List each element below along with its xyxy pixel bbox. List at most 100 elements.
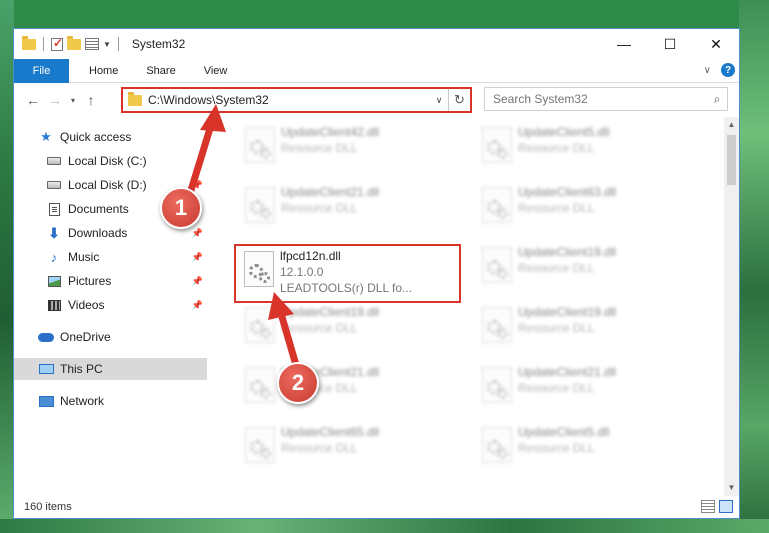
file-tile[interactable]: UpdateClient65.dll Resource DLL: [235, 421, 461, 473]
toolbar-separator: [117, 37, 119, 51]
dll-file-icon: [482, 367, 512, 403]
file-name: UpdateClient19.dll: [281, 305, 380, 319]
details-view-icon[interactable]: [701, 500, 715, 513]
videos-icon: [46, 298, 62, 312]
scrollbar-thumb[interactable]: [727, 135, 736, 185]
sidebar-item-onedrive[interactable]: OneDrive: [14, 326, 207, 348]
documents-icon: [46, 202, 62, 216]
address-path[interactable]: C:\Windows\System32: [148, 93, 430, 107]
sidebar-item-label: This PC: [60, 362, 103, 376]
pin-icon[interactable]: 📌: [192, 300, 203, 311]
step-2-callout: 2: [277, 362, 319, 404]
dll-file-icon: [244, 251, 274, 287]
file-name: UpdateClient65.dll: [281, 425, 380, 439]
tab-view[interactable]: View: [190, 65, 242, 77]
title-bar: ▼ System32 — ☐ ✕: [14, 29, 739, 59]
music-icon: ♪: [50, 249, 58, 265]
sidebar-item-this-pc[interactable]: This PC: [14, 358, 207, 380]
ribbon-right-controls: ∨ ?: [704, 63, 735, 77]
file-name: UpdateClient63.dll: [518, 185, 617, 199]
sidebar-item-local-disk-c[interactable]: Local Disk (C:): [14, 150, 207, 172]
file-name: UpdateClient5.dll: [518, 425, 610, 439]
sidebar-item-label: OneDrive: [60, 330, 111, 344]
sidebar-item-label: Downloads: [68, 226, 128, 240]
dll-file-icon: [482, 307, 512, 343]
sidebar-item-label: Quick access: [60, 130, 132, 144]
dll-file-icon: [482, 427, 512, 463]
sidebar-item-videos[interactable]: Videos 📌: [14, 294, 207, 316]
file-description: Resource DLL: [281, 141, 358, 155]
expand-ribbon-icon[interactable]: ∨: [704, 65, 711, 76]
file-explorer-window: ▼ System32 — ☐ ✕ File Home Share View ∨ …: [13, 28, 740, 519]
scroll-down-icon[interactable]: ▼: [724, 480, 739, 496]
network-icon: [38, 394, 54, 408]
maximize-button[interactable]: ☐: [647, 29, 693, 59]
sidebar-item-pictures[interactable]: Pictures 📌: [14, 270, 207, 292]
file-description: Resource DLL: [518, 141, 595, 155]
navigation-pane: ★ Quick access Local Disk (C:) Local Dis…: [14, 117, 207, 496]
folder-icon: [22, 35, 36, 50]
file-tile[interactable]: UpdateClient5.dll Resource DLL: [472, 121, 698, 173]
sidebar-item-network[interactable]: Network: [14, 390, 207, 412]
sidebar-item-label: Documents: [68, 202, 129, 216]
desktop-background-bottom: [0, 519, 769, 533]
this-pc-icon: [38, 362, 54, 376]
vertical-scrollbar[interactable]: ▲ ▼: [724, 117, 739, 496]
file-description: Resource DLL: [281, 441, 358, 455]
customize-icon[interactable]: [85, 38, 99, 50]
refresh-icon[interactable]: ↻: [448, 89, 470, 111]
tab-home[interactable]: Home: [75, 65, 132, 77]
desktop-background-right: [739, 0, 769, 533]
properties-check-icon[interactable]: [51, 36, 63, 51]
pin-icon[interactable]: 📌: [192, 276, 203, 287]
file-tile[interactable]: UpdateClient42.dll Resource DLL: [235, 121, 461, 173]
file-tile[interactable]: UpdateClient21.dll Resource DLL: [472, 361, 698, 413]
up-arrow-icon[interactable]: ↑: [80, 92, 102, 108]
address-bar[interactable]: C:\Windows\System32 ∨ ↻: [121, 87, 472, 113]
minimize-button[interactable]: —: [601, 29, 647, 59]
search-icon[interactable]: ⌕: [707, 92, 727, 107]
dll-file-icon: [245, 127, 275, 163]
toolbar-separator: [43, 37, 44, 51]
pictures-icon: [46, 274, 62, 288]
address-dropdown-icon[interactable]: ∨: [430, 95, 448, 106]
search-input[interactable]: [485, 92, 707, 106]
pin-icon[interactable]: 📌: [192, 180, 203, 191]
file-tile[interactable]: UpdateClient19.dll Resource DLL: [472, 301, 698, 353]
file-tile[interactable]: UpdateClient5.dll Resource DLL: [472, 421, 698, 473]
scroll-up-icon[interactable]: ▲: [724, 117, 739, 133]
file-tile-lfpcd12n[interactable]: lfpcd12n.dll 12.1.0.0 LEADTOOLS(r) DLL f…: [234, 244, 461, 303]
sidebar-item-music[interactable]: ♪ Music 📌: [14, 246, 207, 268]
recent-locations-icon[interactable]: ▾: [66, 96, 80, 105]
address-row: ← → ▾ ↑ C:\Windows\System32 ∨ ↻ ⌕: [14, 83, 739, 117]
file-tile[interactable]: UpdateClient21.dll Resource DLL: [235, 361, 461, 413]
dll-file-icon: [245, 187, 275, 223]
dll-file-icon: [245, 427, 275, 463]
file-description: LEADTOOLS(r) DLL fo...: [280, 281, 413, 295]
tab-share[interactable]: Share: [132, 65, 189, 77]
file-name: UpdateClient42.dll: [281, 125, 380, 139]
file-tile[interactable]: UpdateClient21.dll Resource DLL: [235, 181, 461, 233]
dll-file-icon: [482, 247, 512, 283]
ribbon-tabs: File Home Share View ∨ ?: [14, 58, 739, 83]
file-name: UpdateClient5.dll: [518, 125, 610, 139]
file-tile[interactable]: UpdateClient63.dll Resource DLL: [472, 181, 698, 233]
dll-file-icon: [245, 307, 275, 343]
tiles-view-icon[interactable]: [719, 500, 733, 513]
back-arrow-icon[interactable]: ←: [22, 92, 44, 108]
pin-icon[interactable]: 📌: [192, 252, 203, 263]
sidebar-item-quick-access[interactable]: ★ Quick access: [14, 126, 207, 148]
tab-file[interactable]: File: [14, 58, 69, 83]
forward-arrow-icon[interactable]: →: [44, 92, 66, 108]
search-box[interactable]: ⌕: [484, 87, 728, 111]
file-name: UpdateClient19.dll: [518, 305, 617, 319]
file-tile[interactable]: UpdateClient19.dll Resource DLL: [472, 241, 698, 293]
file-description: Resource DLL: [518, 321, 595, 335]
new-folder-icon[interactable]: [67, 35, 81, 50]
help-icon[interactable]: ?: [721, 63, 735, 77]
file-tile[interactable]: UpdateClient19.dll Resource DLL: [235, 301, 461, 353]
file-description: Resource DLL: [518, 261, 595, 275]
qat-dropdown-icon[interactable]: ▼: [103, 40, 111, 49]
close-button[interactable]: ✕: [693, 29, 739, 59]
pin-icon[interactable]: 📌: [192, 228, 203, 239]
